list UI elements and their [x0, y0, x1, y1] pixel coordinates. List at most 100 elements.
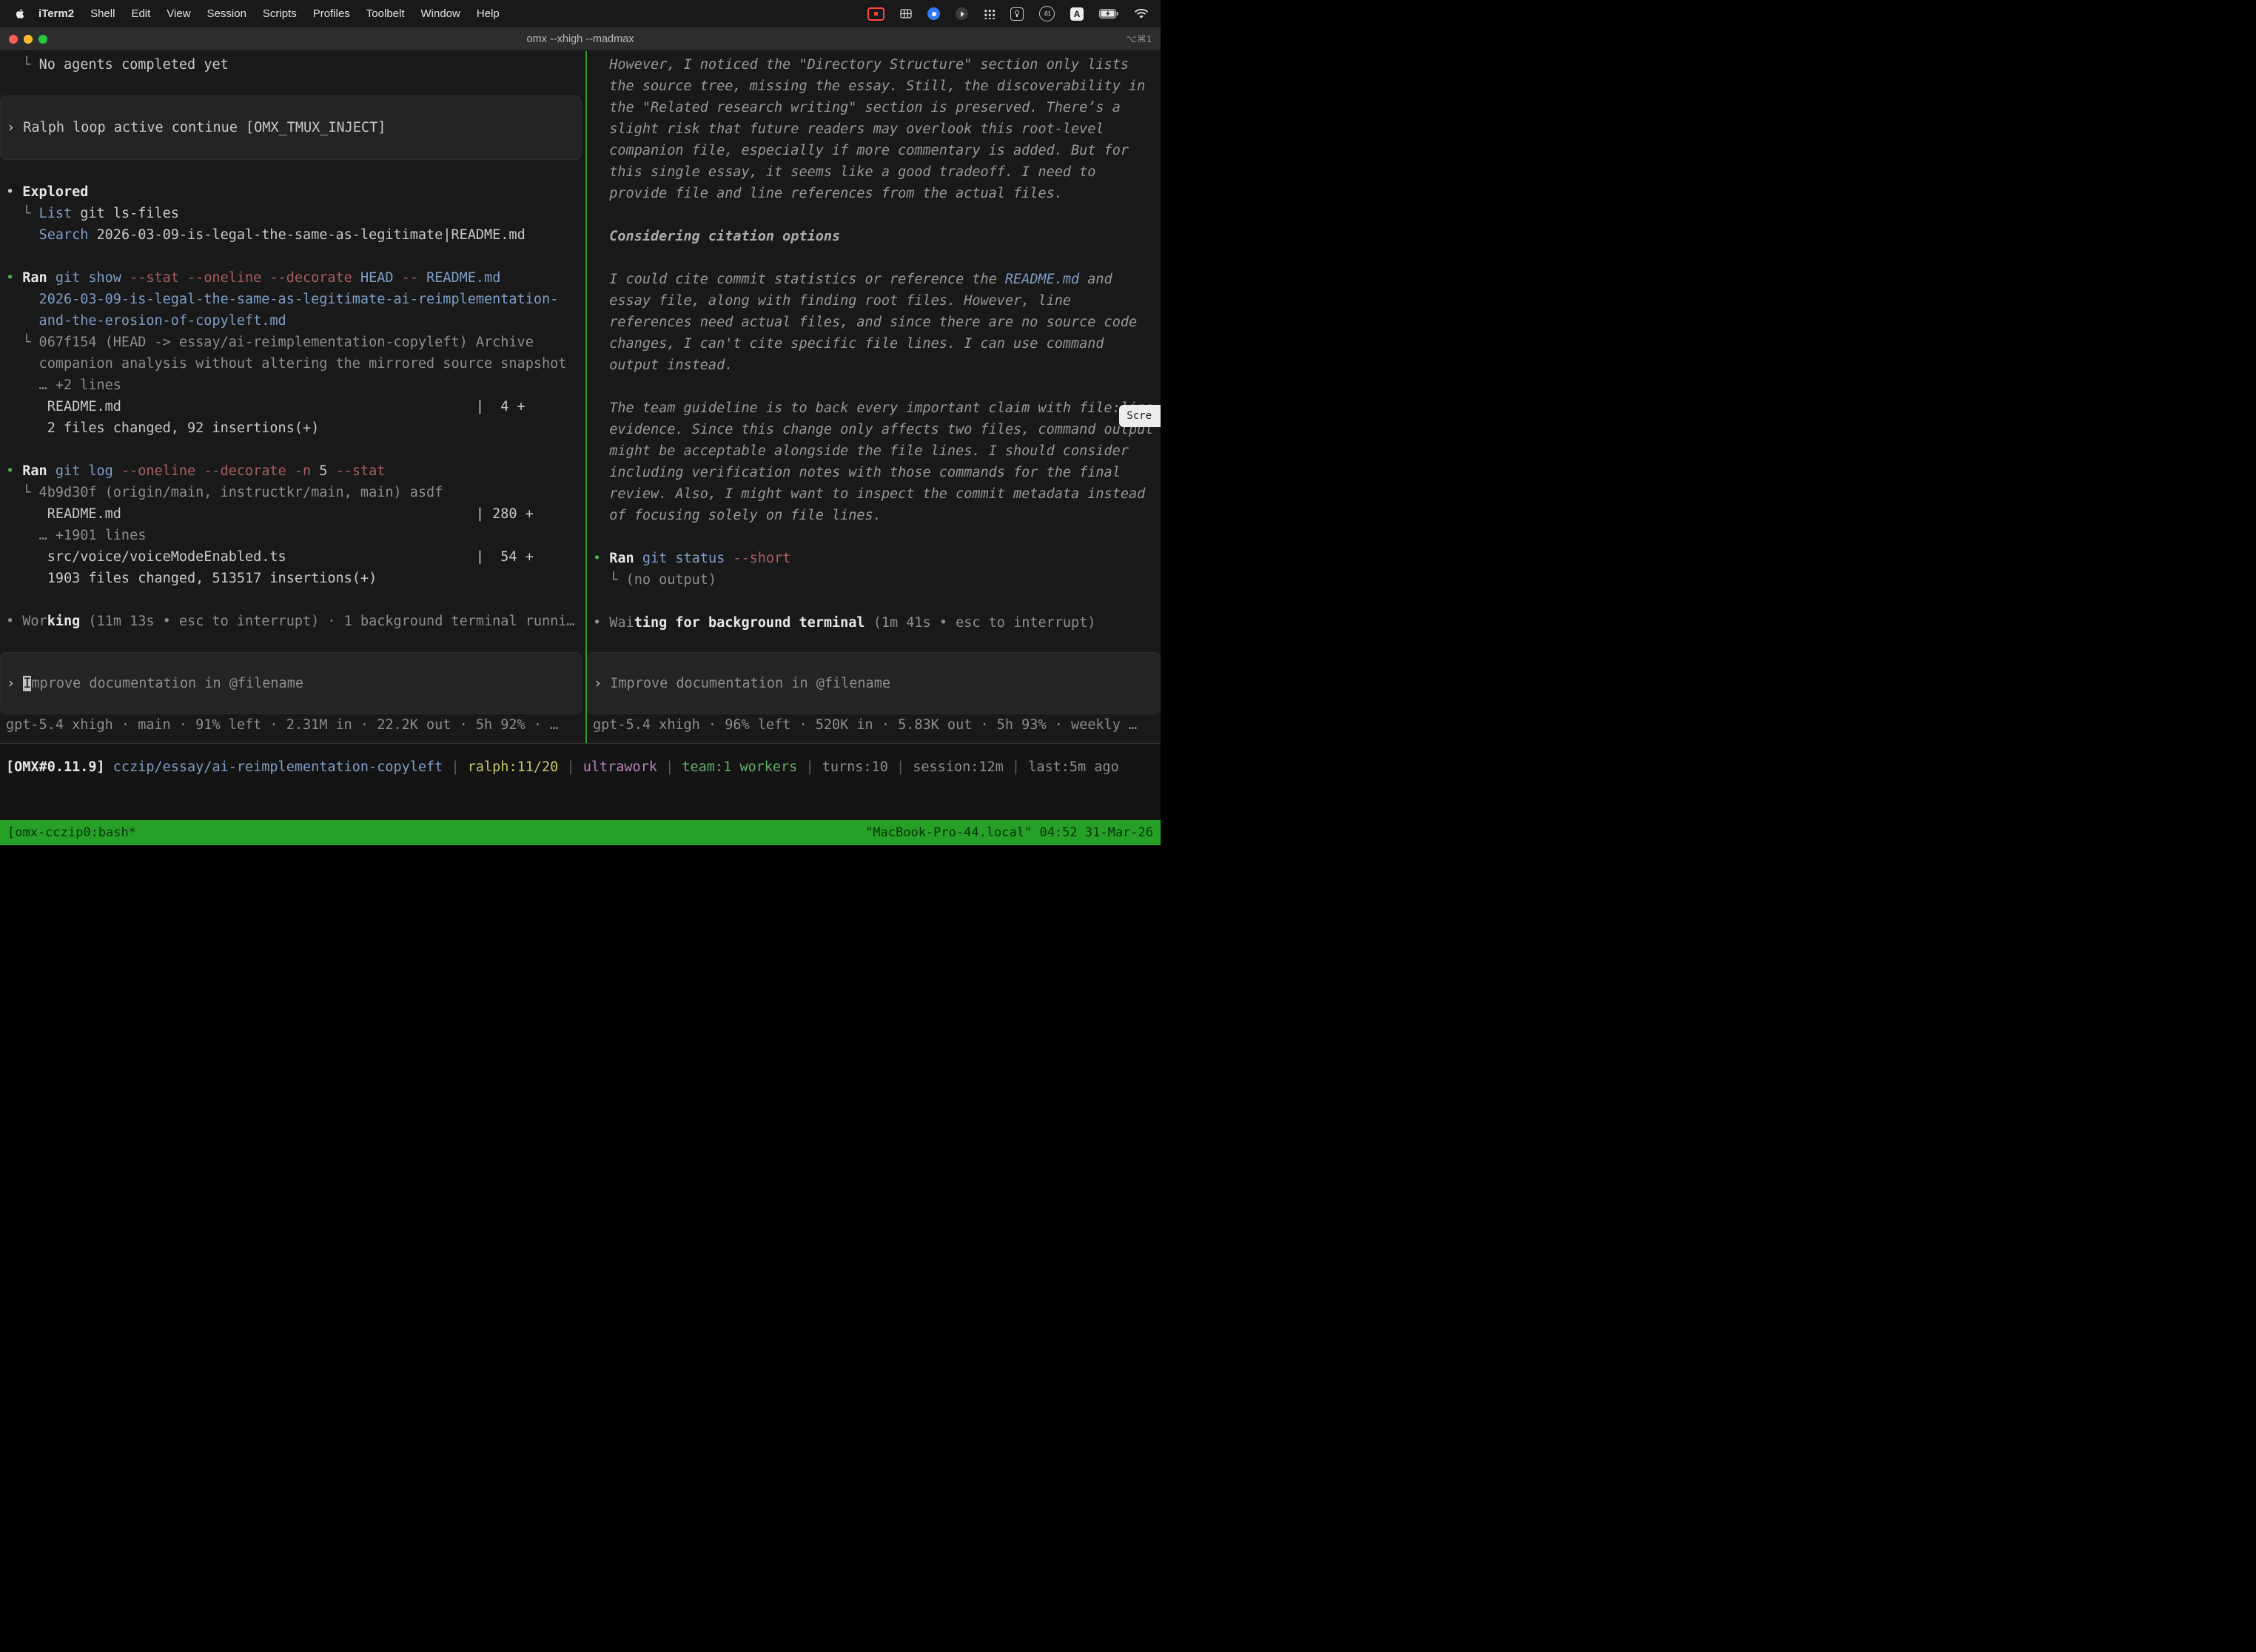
- terminal-line: src/voice/voiceModeEnabled.ts | 54 +: [0, 546, 585, 568]
- app-grid-icon[interactable]: [984, 8, 995, 19]
- text-segment: ›: [594, 676, 610, 691]
- text-segment: team:1 workers: [682, 759, 797, 775]
- text-segment: ›: [7, 120, 23, 135]
- terminal-line: companion file, especially if more comme…: [587, 140, 1161, 161]
- menu-bar: iTerm2ShellEditViewSessionScriptsProfile…: [0, 0, 1161, 27]
- menu-bar-status-icons: .61 A: [867, 6, 1161, 21]
- text-segment: [80, 614, 88, 629]
- terminal-line: … +1901 lines: [0, 525, 585, 546]
- terminal-line: 2026-03-09-is-legal-the-same-as-legitima…: [0, 289, 585, 310]
- left-pane-output: └ No agents completed yet › Ralph loop ac…: [0, 51, 585, 632]
- text-segment: Ran: [609, 551, 634, 566]
- text-segment: The team guideline is to back every impo…: [593, 400, 1153, 416]
- wifi-icon[interactable]: [1134, 9, 1149, 19]
- menu-help[interactable]: Help: [469, 7, 508, 20]
- text-segment: 2026-03-09-is-legal-the-same-as-legitima…: [6, 292, 558, 307]
- text-segment: (11m 13s • esc to interrupt) · 1 backgro…: [88, 614, 574, 629]
- text-segment: turns:10: [822, 759, 888, 775]
- terminal-line: README.md | 280 +: [0, 503, 585, 525]
- letter-a-app-icon[interactable]: A: [1070, 7, 1084, 21]
- menu-view[interactable]: View: [158, 7, 198, 20]
- tmux-status-bar: [omx-cczip0:bash* "MacBook-Pro-44.local"…: [0, 820, 1161, 845]
- menu-edit[interactable]: Edit: [123, 7, 158, 20]
- text-segment: essay file, along with finding root file…: [593, 293, 1071, 309]
- text-segment: |: [443, 759, 467, 775]
- agent-transcript: • Explored └ List git ls-files Search 20…: [0, 181, 585, 632]
- blue-app-icon[interactable]: [927, 7, 940, 20]
- text-segment: [113, 463, 121, 479]
- battery-icon[interactable]: [1099, 9, 1118, 19]
- text-segment: evidence. Since this change only affects…: [593, 422, 1153, 437]
- text-segment: changes, I can't cite specific file line…: [593, 336, 1104, 352]
- minimize-window-button[interactable]: [24, 35, 33, 44]
- text-segment: --short: [733, 551, 790, 566]
- menu-profiles[interactable]: Profiles: [305, 7, 358, 20]
- terminal-line: [587, 204, 1161, 226]
- terminal-line: › Improve documentation in @filename: [588, 673, 890, 694]
- menu-window[interactable]: Window: [413, 7, 469, 20]
- text-segment: 5: [311, 463, 335, 479]
- terminal-line: Search 2026-03-09-is-legal-the-same-as-l…: [0, 224, 585, 246]
- menu-session[interactable]: Session: [199, 7, 255, 20]
- left-prompt-input[interactable]: › Improve documentation in @filename: [0, 652, 582, 714]
- terminal-line: [0, 246, 585, 267]
- dark-app-icon[interactable]: [956, 7, 968, 20]
- omx-status-bar: [OMX#0.11.9] cczip/essay/ai-reimplementa…: [0, 743, 1161, 820]
- agents-summary: └ No agents completed yet: [0, 54, 585, 75]
- key-icon[interactable]: [1010, 7, 1024, 21]
- text-segment: └ 067f154 (HEAD -> essay/ai-reimplementa…: [6, 335, 534, 350]
- text-segment: |: [657, 759, 682, 775]
- terminal-line: • Waiting for background terminal (1m 41…: [587, 612, 1161, 634]
- right-prompt-line: › Improve documentation in @filename: [588, 673, 890, 694]
- close-window-button[interactable]: [9, 35, 18, 44]
- screen-recording-icon[interactable]: [867, 7, 884, 21]
- terminal-line: └ No agents completed yet: [0, 54, 585, 75]
- meter-icon[interactable]: .61: [1039, 6, 1055, 21]
- terminal-line: 1903 files changed, 513517 insertions(+): [0, 568, 585, 589]
- terminal-line: [0, 589, 585, 611]
- menu-shell[interactable]: Shell: [82, 7, 123, 20]
- omx-status-line: [OMX#0.11.9] cczip/essay/ai-reimplementa…: [0, 744, 1161, 778]
- screen-share-tooltip[interactable]: Scre: [1119, 405, 1161, 427]
- terminal-line: However, I noticed the "Directory Struct…: [587, 54, 1161, 75]
- right-prompt-input[interactable]: › Improve documentation in @filename: [587, 652, 1161, 714]
- letter-a-glyph: A: [1074, 9, 1081, 19]
- text-segment: Wai: [609, 615, 634, 631]
- terminal-line: The team guideline is to back every impo…: [587, 397, 1161, 419]
- terminal-line: › Improve documentation in @filename: [1, 673, 303, 694]
- text-segment: git ls-files: [72, 206, 179, 221]
- meter-value: .61: [1043, 10, 1050, 17]
- apple-logo: [15, 7, 26, 20]
- text-segment: output instead.: [593, 357, 733, 373]
- text-segment: •: [593, 551, 609, 566]
- text-segment: •: [6, 463, 22, 479]
- wifi-glyph: [1134, 9, 1149, 19]
- terminal-line: provide file and line references from th…: [587, 183, 1161, 204]
- tmux-session-label: [omx-cczip0:bash*: [7, 825, 136, 840]
- text-segment: session:12m: [913, 759, 1004, 775]
- text-segment: However, I noticed the "Directory Struct…: [593, 57, 1129, 73]
- menu-iterm2[interactable]: iTerm2: [30, 7, 82, 20]
- text-segment: the source tree, missing the essay. Stil…: [593, 78, 1145, 94]
- text-segment: [121, 270, 130, 286]
- text-segment: --stat: [336, 463, 386, 479]
- text-segment: this single essay, it seems like a good …: [593, 164, 1095, 180]
- menu-scripts[interactable]: Scripts: [255, 7, 305, 20]
- terminal-line: I could cite commit statistics or refere…: [587, 269, 1161, 290]
- terminal-line: └ List git ls-files: [0, 203, 585, 224]
- text-segment: Considering citation options: [593, 229, 840, 244]
- battery-glyph: [1099, 9, 1118, 19]
- window-title-bar: omx --xhigh --madmax ⌥⌘1: [0, 27, 1161, 51]
- text-segment: Ralph loop active continue [OMX_TMUX_INJ…: [23, 120, 386, 135]
- text-segment: •: [6, 614, 22, 629]
- menu-toolbelt[interactable]: Toolbelt: [358, 7, 413, 20]
- text-segment: Ran: [22, 270, 47, 286]
- grid-icon[interactable]: [900, 9, 912, 19]
- apple-menu-icon[interactable]: [15, 7, 26, 20]
- terminal-line: • Ran git show --stat --oneline --decora…: [0, 267, 585, 289]
- text-segment: •: [593, 615, 609, 631]
- terminal-line: might be acceptable alongside the file l…: [587, 440, 1161, 462]
- text-segment: … +1901 lines: [6, 528, 146, 543]
- text-segment: 2 files changed, 92 insertions(+): [6, 420, 319, 436]
- zoom-window-button[interactable]: [38, 35, 47, 44]
